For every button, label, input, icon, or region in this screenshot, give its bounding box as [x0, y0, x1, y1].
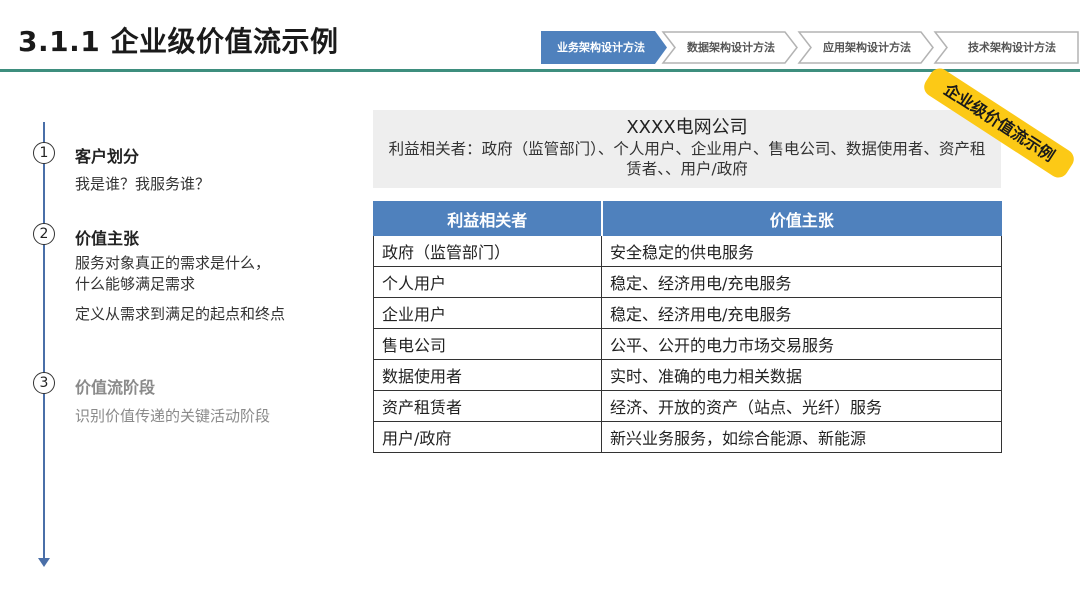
stakeholder-cell: 数据使用者	[373, 359, 602, 391]
step-1-title: 客户划分	[75, 147, 140, 166]
step-1-desc-line: 我是谁？我服务谁？	[75, 175, 211, 193]
step-2-desc-line: 服务对象真正的需求是什么，	[75, 254, 271, 272]
table-row: 政府（监管部门） 安全稳定的供电服务	[373, 235, 1002, 267]
company-name: XXXX电网公司	[626, 117, 748, 138]
stakeholder-cell: 资产租赁者	[373, 390, 602, 422]
step-1-desc: 我是谁？我服务谁？	[75, 174, 210, 195]
timeline-arrow-icon	[38, 558, 50, 567]
stakeholder-cell: 政府（监管部门）	[373, 235, 602, 267]
stakeholders-summary: 利益相关者：政府（监管部门）、个人用户、企业用户、售电公司、数据使用者、资产租赁…	[388, 140, 986, 178]
process-step-application[interactable]: 应用架构设计方法	[811, 31, 923, 64]
process-step-technology[interactable]: 技术架构设计方法	[947, 31, 1077, 64]
page-title: 3.1.1 企业级价值流示例	[18, 25, 339, 58]
table-row: 用户/政府 新兴业务服务，如综合能源、新能源	[373, 421, 1002, 453]
process-step-data[interactable]: 数据架构设计方法	[675, 31, 787, 64]
step-2-desc: 服务对象真正的需求是什么， 什么能够满足需求 定义从需求到满足的起点和终点	[75, 253, 285, 325]
stakeholder-cell: 售电公司	[373, 328, 602, 360]
step-2-desc-line: 什么能够满足需求	[75, 275, 196, 293]
table-row: 个人用户 稳定、经济用电/充电服务	[373, 266, 1002, 298]
step-2-desc-line: 定义从需求到满足的起点和终点	[75, 305, 286, 323]
value-cell: 安全稳定的供电服务	[601, 235, 1002, 267]
table-header-value: 价值主张	[601, 201, 1002, 236]
value-cell: 实时、准确的电力相关数据	[601, 359, 1002, 391]
timeline-line	[43, 122, 45, 562]
table-row: 售电公司 公平、公开的电力市场交易服务	[373, 328, 1002, 360]
value-proposition-table: 利益相关者 价值主张 政府（监管部门） 安全稳定的供电服务 个人用户 稳定、经济…	[373, 201, 1002, 453]
step-3-desc: 识别价值传递的关键活动阶段	[75, 406, 270, 427]
value-cell: 新兴业务服务，如综合能源、新能源	[601, 421, 1002, 453]
table-row: 企业用户 稳定、经济用电/充电服务	[373, 297, 1002, 329]
company-panel: XXXX电网公司 利益相关者：政府（监管部门）、个人用户、企业用户、售电公司、数…	[373, 110, 1001, 188]
value-cell: 公平、公开的电力市场交易服务	[601, 328, 1002, 360]
step-2-number: 2	[33, 223, 55, 245]
step-1-number: 1	[33, 142, 55, 164]
process-navigation: 业务架构设计方法 数据架构设计方法 应用架构设计方法 技术架构设计方法	[541, 31, 1080, 64]
stakeholder-cell: 用户/政府	[373, 421, 602, 453]
value-cell: 稳定、经济用电/充电服务	[601, 266, 1002, 298]
step-3-number: 3	[33, 372, 55, 394]
step-2-title: 价值主张	[75, 229, 140, 248]
value-cell: 稳定、经济用电/充电服务	[601, 297, 1002, 329]
process-step-business[interactable]: 业务架构设计方法	[545, 31, 657, 64]
table-row: 数据使用者 实时、准确的电力相关数据	[373, 359, 1002, 391]
step-3-title: 价值流阶段	[75, 378, 156, 397]
header-divider	[0, 69, 1080, 72]
table-header-stakeholder: 利益相关者	[373, 201, 603, 236]
stakeholder-cell: 企业用户	[373, 297, 602, 329]
value-cell: 经济、开放的资产（站点、光纤）服务	[601, 390, 1002, 422]
table-row: 资产租赁者 经济、开放的资产（站点、光纤）服务	[373, 390, 1002, 422]
step-3-desc-line: 识别价值传递的关键活动阶段	[75, 407, 271, 425]
table-header-row: 利益相关者 价值主张	[373, 201, 1002, 236]
stakeholder-cell: 个人用户	[373, 266, 602, 298]
